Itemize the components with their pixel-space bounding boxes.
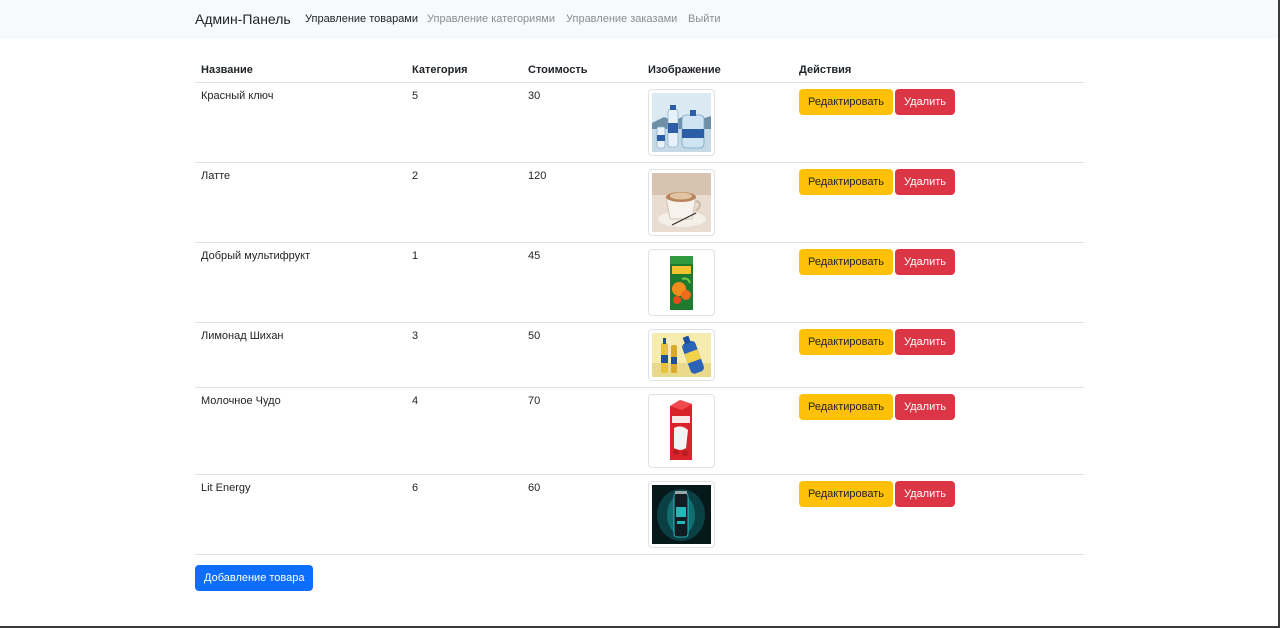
product-price: 30 [522, 82, 642, 163]
juice-carton-image [648, 249, 715, 316]
edit-button[interactable]: Редактировать [799, 89, 893, 115]
product-price: 70 [522, 387, 642, 475]
latte-cup-image [648, 169, 715, 236]
top-navbar: Админ-Панель Управление товарами Управле… [0, 0, 1280, 39]
product-price: 45 [522, 242, 642, 323]
table-row: Латте 2 120 Редактировать Удалить [195, 162, 1084, 243]
header-category: Категория [406, 58, 522, 83]
edit-button[interactable]: Редактировать [799, 329, 893, 355]
product-image-cell [642, 387, 793, 475]
product-name: Молочное Чудо [195, 387, 406, 475]
product-name: Красный ключ [195, 82, 406, 163]
navbar-brand[interactable]: Админ-Панель [195, 11, 291, 27]
nav-link-products[interactable]: Управление товарами [305, 13, 418, 25]
product-name: Lit Energy [195, 474, 406, 555]
milk-carton-image [648, 394, 715, 468]
table-header-row: Название Категория Стоимость Изображение… [195, 58, 1084, 83]
product-category: 2 [406, 162, 522, 243]
product-image-cell [642, 162, 793, 243]
table-row: Добрый мультифрукт 1 45 Редактировать Уд… [195, 242, 1084, 323]
product-actions: Редактировать Удалить [793, 387, 1084, 475]
delete-button[interactable]: Удалить [895, 329, 955, 355]
product-price: 120 [522, 162, 642, 243]
product-image-cell [642, 474, 793, 555]
product-category: 5 [406, 82, 522, 163]
delete-button[interactable]: Удалить [895, 89, 955, 115]
product-category: 6 [406, 474, 522, 555]
add-product-button[interactable]: Добавление товара [195, 565, 314, 591]
energy-can-image [648, 481, 715, 548]
product-name: Лимонад Шихан [195, 322, 406, 388]
products-table-container: Название Категория Стоимость Изображение… [195, 58, 1084, 555]
table-row: Лимонад Шихан 3 50 Редактировать Удалить [195, 322, 1084, 388]
product-actions: Редактировать Удалить [793, 162, 1084, 243]
lemonade-bottles-image [648, 329, 715, 381]
edit-button[interactable]: Редактировать [799, 394, 893, 420]
table-row: Lit Energy 6 60 Редактировать Удалить [195, 474, 1084, 555]
product-category: 4 [406, 387, 522, 475]
nav-link-logout[interactable]: Выйти [688, 13, 721, 25]
product-actions: Редактировать Удалить [793, 242, 1084, 323]
delete-button[interactable]: Удалить [895, 394, 955, 420]
product-category: 3 [406, 322, 522, 388]
table-row: Красный ключ 5 30 Редактировать Удалить [195, 82, 1084, 163]
table-row: Молочное Чудо 4 70 Редактировать Удалить [195, 387, 1084, 475]
products-table: Название Категория Стоимость Изображение… [195, 58, 1084, 555]
nav-link-categories[interactable]: Управление категориями [427, 13, 555, 25]
product-category: 1 [406, 242, 522, 323]
product-name: Добрый мультифрукт [195, 242, 406, 323]
header-name: Название [195, 58, 406, 83]
header-image: Изображение [642, 58, 793, 83]
product-actions: Редактировать Удалить [793, 474, 1084, 555]
product-image-cell [642, 322, 793, 388]
edit-button[interactable]: Редактировать [799, 481, 893, 507]
product-actions: Редактировать Удалить [793, 82, 1084, 163]
water-bottles-image [648, 89, 715, 156]
product-image-cell [642, 242, 793, 323]
product-actions: Редактировать Удалить [793, 322, 1084, 388]
edit-button[interactable]: Редактировать [799, 249, 893, 275]
header-actions: Действия [793, 58, 1084, 83]
product-price: 50 [522, 322, 642, 388]
product-image-cell [642, 82, 793, 163]
product-name: Латте [195, 162, 406, 243]
header-price: Стоимость [522, 58, 642, 83]
delete-button[interactable]: Удалить [895, 249, 955, 275]
edit-button[interactable]: Редактировать [799, 169, 893, 195]
delete-button[interactable]: Удалить [895, 481, 955, 507]
delete-button[interactable]: Удалить [895, 169, 955, 195]
product-price: 60 [522, 474, 642, 555]
nav-link-orders[interactable]: Управление заказами [566, 13, 677, 25]
